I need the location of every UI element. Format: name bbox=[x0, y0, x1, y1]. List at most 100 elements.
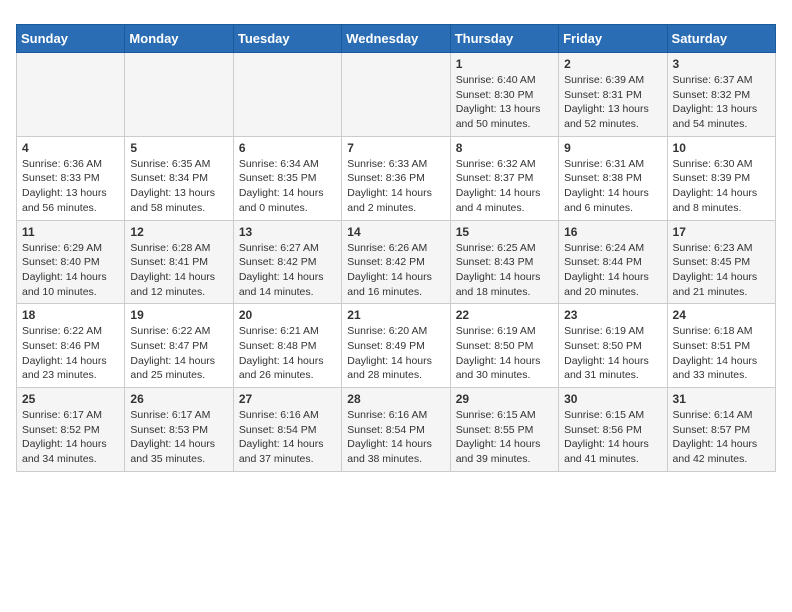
day-number: 20 bbox=[239, 308, 336, 322]
day-number: 10 bbox=[673, 141, 770, 155]
calendar-week-3: 11Sunrise: 6:29 AM Sunset: 8:40 PM Dayli… bbox=[17, 220, 776, 304]
calendar-cell bbox=[342, 53, 450, 137]
calendar-cell: 16 Sunrise: 6:24 AM Sunset: 8:44 PM Dayli… bbox=[559, 220, 667, 304]
calendar-cell: 3 Sunrise: 6:37 AM Sunset: 8:32 PM Daylig… bbox=[667, 53, 775, 137]
calendar-cell: 31 Sunrise: 6:14 AM Sunset: 8:57 PM Dayli… bbox=[667, 388, 775, 472]
calendar-cell: 12 Sunrise: 6:28 AM Sunset: 8:41 PM Dayli… bbox=[125, 220, 233, 304]
calendar-cell: 27 Sunrise: 6:16 AM Sunset: 8:54 PM Dayli… bbox=[233, 388, 341, 472]
calendar-cell: 8 Sunrise: 6:32 AM Sunset: 8:37 PM Daylig… bbox=[450, 136, 558, 220]
header-saturday: Saturday bbox=[667, 25, 775, 53]
calendar-cell: 30 Sunrise: 6:15 AM Sunset: 8:56 PM Dayli… bbox=[559, 388, 667, 472]
day-number: 14 bbox=[347, 225, 444, 239]
day-info: Sunrise: 6:31 AM Sunset: 8:38 PM Dayligh… bbox=[564, 157, 661, 216]
day-number: 31 bbox=[673, 392, 770, 406]
day-info: Sunrise: 6:15 AM Sunset: 8:56 PM Dayligh… bbox=[564, 408, 661, 467]
day-number: 26 bbox=[130, 392, 227, 406]
day-info: Sunrise: 6:39 AM Sunset: 8:31 PM Dayligh… bbox=[564, 73, 661, 132]
day-info: Sunrise: 6:21 AM Sunset: 8:48 PM Dayligh… bbox=[239, 324, 336, 383]
header-sunday: Sunday bbox=[17, 25, 125, 53]
day-info: Sunrise: 6:34 AM Sunset: 8:35 PM Dayligh… bbox=[239, 157, 336, 216]
day-number: 27 bbox=[239, 392, 336, 406]
calendar-week-5: 25 Sunrise: 6:17 AM Sunset: 8:52 PM Dayli… bbox=[17, 388, 776, 472]
day-number: 8 bbox=[456, 141, 553, 155]
day-number: 30 bbox=[564, 392, 661, 406]
day-info: Sunrise: 6:20 AM Sunset: 8:49 PM Dayligh… bbox=[347, 324, 444, 383]
calendar-cell: 19 Sunrise: 6:22 AM Sunset: 8:47 PM Dayli… bbox=[125, 304, 233, 388]
day-number: 17 bbox=[673, 225, 770, 239]
calendar-cell: 14 Sunrise: 6:26 AM Sunset: 8:42 PM Dayli… bbox=[342, 220, 450, 304]
day-number: 23 bbox=[564, 308, 661, 322]
calendar-cell: 7Sunrise: 6:33 AM Sunset: 8:36 PM Daylig… bbox=[342, 136, 450, 220]
day-number: 24 bbox=[673, 308, 770, 322]
day-info: Sunrise: 6:25 AM Sunset: 8:43 PM Dayligh… bbox=[456, 241, 553, 300]
header-monday: Monday bbox=[125, 25, 233, 53]
day-info: Sunrise: 6:36 AM Sunset: 8:33 PM Dayligh… bbox=[22, 157, 119, 216]
calendar-cell: 2 Sunrise: 6:39 AM Sunset: 8:31 PM Daylig… bbox=[559, 53, 667, 137]
day-info: Sunrise: 6:30 AM Sunset: 8:39 PM Dayligh… bbox=[673, 157, 770, 216]
day-number: 3 bbox=[673, 57, 770, 71]
calendar-cell: 11Sunrise: 6:29 AM Sunset: 8:40 PM Dayli… bbox=[17, 220, 125, 304]
day-info: Sunrise: 6:22 AM Sunset: 8:46 PM Dayligh… bbox=[22, 324, 119, 383]
header-tuesday: Tuesday bbox=[233, 25, 341, 53]
day-number: 25 bbox=[22, 392, 119, 406]
day-number: 19 bbox=[130, 308, 227, 322]
calendar-cell: 29 Sunrise: 6:15 AM Sunset: 8:55 PM Dayli… bbox=[450, 388, 558, 472]
day-info: Sunrise: 6:17 AM Sunset: 8:52 PM Dayligh… bbox=[22, 408, 119, 467]
day-info: Sunrise: 6:35 AM Sunset: 8:34 PM Dayligh… bbox=[130, 157, 227, 216]
calendar-week-4: 18 Sunrise: 6:22 AM Sunset: 8:46 PM Dayli… bbox=[17, 304, 776, 388]
calendar-cell: 24 Sunrise: 6:18 AM Sunset: 8:51 PM Dayli… bbox=[667, 304, 775, 388]
calendar-cell bbox=[233, 53, 341, 137]
header-wednesday: Wednesday bbox=[342, 25, 450, 53]
day-info: Sunrise: 6:40 AM Sunset: 8:30 PM Dayligh… bbox=[456, 73, 553, 132]
day-number: 29 bbox=[456, 392, 553, 406]
day-info: Sunrise: 6:32 AM Sunset: 8:37 PM Dayligh… bbox=[456, 157, 553, 216]
calendar-cell: 26 Sunrise: 6:17 AM Sunset: 8:53 PM Dayli… bbox=[125, 388, 233, 472]
day-info: Sunrise: 6:19 AM Sunset: 8:50 PM Dayligh… bbox=[564, 324, 661, 383]
day-info: Sunrise: 6:19 AM Sunset: 8:50 PM Dayligh… bbox=[456, 324, 553, 383]
calendar-cell: 22 Sunrise: 6:19 AM Sunset: 8:50 PM Dayli… bbox=[450, 304, 558, 388]
day-info: Sunrise: 6:28 AM Sunset: 8:41 PM Dayligh… bbox=[130, 241, 227, 300]
calendar-cell: 28Sunrise: 6:16 AM Sunset: 8:54 PM Dayli… bbox=[342, 388, 450, 472]
calendar-cell: 21Sunrise: 6:20 AM Sunset: 8:49 PM Dayli… bbox=[342, 304, 450, 388]
calendar-header-row: SundayMondayTuesdayWednesdayThursdayFrid… bbox=[17, 25, 776, 53]
day-info: Sunrise: 6:17 AM Sunset: 8:53 PM Dayligh… bbox=[130, 408, 227, 467]
calendar-week-2: 4 Sunrise: 6:36 AM Sunset: 8:33 PM Daylig… bbox=[17, 136, 776, 220]
day-info: Sunrise: 6:14 AM Sunset: 8:57 PM Dayligh… bbox=[673, 408, 770, 467]
calendar-cell: 25 Sunrise: 6:17 AM Sunset: 8:52 PM Dayli… bbox=[17, 388, 125, 472]
header-friday: Friday bbox=[559, 25, 667, 53]
calendar-cell: 1Sunrise: 6:40 AM Sunset: 8:30 PM Daylig… bbox=[450, 53, 558, 137]
calendar: SundayMondayTuesdayWednesdayThursdayFrid… bbox=[16, 24, 776, 472]
day-info: Sunrise: 6:16 AM Sunset: 8:54 PM Dayligh… bbox=[347, 408, 444, 467]
day-number: 16 bbox=[564, 225, 661, 239]
day-info: Sunrise: 6:37 AM Sunset: 8:32 PM Dayligh… bbox=[673, 73, 770, 132]
calendar-cell: 23 Sunrise: 6:19 AM Sunset: 8:50 PM Dayli… bbox=[559, 304, 667, 388]
day-info: Sunrise: 6:22 AM Sunset: 8:47 PM Dayligh… bbox=[130, 324, 227, 383]
day-info: Sunrise: 6:18 AM Sunset: 8:51 PM Dayligh… bbox=[673, 324, 770, 383]
calendar-cell: 17 Sunrise: 6:23 AM Sunset: 8:45 PM Dayli… bbox=[667, 220, 775, 304]
day-info: Sunrise: 6:27 AM Sunset: 8:42 PM Dayligh… bbox=[239, 241, 336, 300]
calendar-cell: 5 Sunrise: 6:35 AM Sunset: 8:34 PM Daylig… bbox=[125, 136, 233, 220]
calendar-cell: 9Sunrise: 6:31 AM Sunset: 8:38 PM Daylig… bbox=[559, 136, 667, 220]
day-info: Sunrise: 6:23 AM Sunset: 8:45 PM Dayligh… bbox=[673, 241, 770, 300]
day-info: Sunrise: 6:16 AM Sunset: 8:54 PM Dayligh… bbox=[239, 408, 336, 467]
day-info: Sunrise: 6:15 AM Sunset: 8:55 PM Dayligh… bbox=[456, 408, 553, 467]
header-thursday: Thursday bbox=[450, 25, 558, 53]
calendar-cell: 6 Sunrise: 6:34 AM Sunset: 8:35 PM Daylig… bbox=[233, 136, 341, 220]
calendar-cell: 18 Sunrise: 6:22 AM Sunset: 8:46 PM Dayli… bbox=[17, 304, 125, 388]
calendar-week-1: 1Sunrise: 6:40 AM Sunset: 8:30 PM Daylig… bbox=[17, 53, 776, 137]
day-number: 2 bbox=[564, 57, 661, 71]
day-number: 6 bbox=[239, 141, 336, 155]
calendar-cell: 15Sunrise: 6:25 AM Sunset: 8:43 PM Dayli… bbox=[450, 220, 558, 304]
day-number: 13 bbox=[239, 225, 336, 239]
calendar-cell: 20 Sunrise: 6:21 AM Sunset: 8:48 PM Dayli… bbox=[233, 304, 341, 388]
day-info: Sunrise: 6:24 AM Sunset: 8:44 PM Dayligh… bbox=[564, 241, 661, 300]
calendar-cell: 13 Sunrise: 6:27 AM Sunset: 8:42 PM Dayli… bbox=[233, 220, 341, 304]
calendar-cell: 10 Sunrise: 6:30 AM Sunset: 8:39 PM Dayli… bbox=[667, 136, 775, 220]
day-number: 12 bbox=[130, 225, 227, 239]
day-info: Sunrise: 6:29 AM Sunset: 8:40 PM Dayligh… bbox=[22, 241, 119, 300]
day-info: Sunrise: 6:26 AM Sunset: 8:42 PM Dayligh… bbox=[347, 241, 444, 300]
day-number: 5 bbox=[130, 141, 227, 155]
day-number: 4 bbox=[22, 141, 119, 155]
day-number: 22 bbox=[456, 308, 553, 322]
day-number: 18 bbox=[22, 308, 119, 322]
